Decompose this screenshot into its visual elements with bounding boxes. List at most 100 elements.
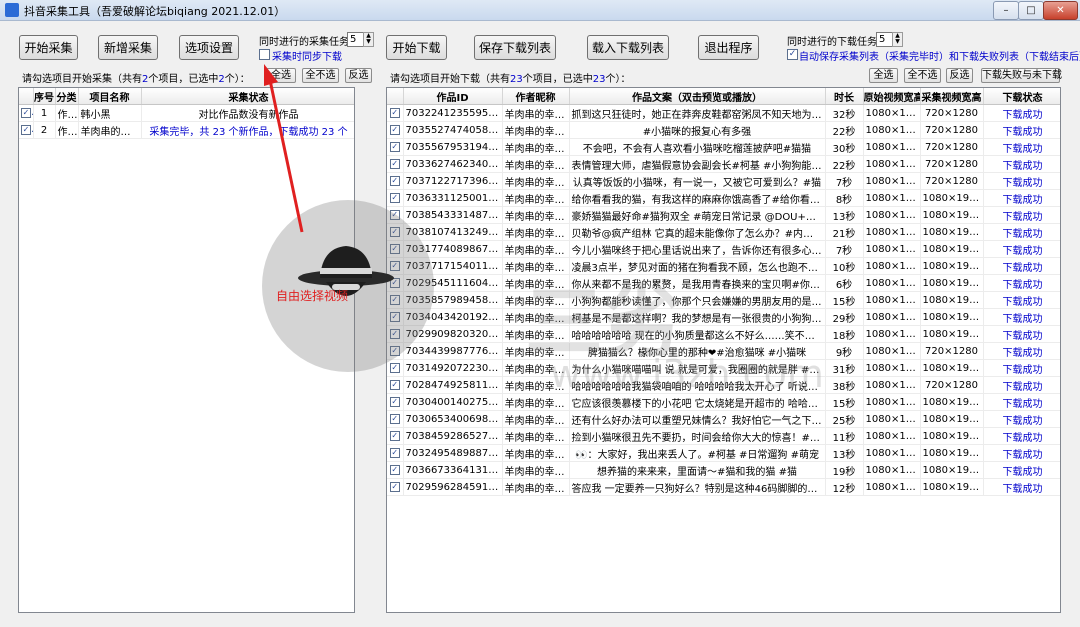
save-download-list-button[interactable]: 保存下载列表	[474, 35, 556, 60]
table-row[interactable]: ✓7035527474058398990羊肉串的幸福…#小猫咪的报复心有多强22…	[387, 121, 1060, 139]
row-caption[interactable]: 哈哈哈哈哈哈 现在的小狗质量都这么不好么……笑不活了哈哈…	[569, 325, 826, 343]
add-collect-button[interactable]: 新增采集	[98, 35, 158, 60]
row-checkbox-cell[interactable]: ✓	[387, 444, 404, 462]
row-checkbox-cell[interactable]: ✓	[387, 138, 404, 156]
download-unselect-all-button[interactable]: 全不选	[904, 68, 941, 83]
column-header-check[interactable]	[19, 88, 34, 105]
row-checkbox-cell[interactable]: ✓	[19, 121, 34, 139]
row-checkbox[interactable]: ✓	[21, 124, 31, 135]
row-checkbox-cell[interactable]: ✓	[387, 189, 404, 207]
row-checkbox-cell[interactable]: ✓	[387, 461, 404, 479]
table-row[interactable]: ✓7031774089867145951羊肉串的幸福…今儿小猫咪终于把心里话说出…	[387, 240, 1060, 258]
table-row[interactable]: ✓7033627462340857101羊肉串的幸福…表情管理大师，虐猫假意协会…	[387, 155, 1060, 173]
row-checkbox[interactable]: ✓	[389, 158, 400, 169]
table-row[interactable]: ✓7029909820320674084羊肉串的幸福…哈哈哈哈哈哈 现在的小狗质…	[387, 325, 1060, 343]
row-checkbox-cell[interactable]: ✓	[387, 155, 404, 173]
table-row[interactable]: ✓7034439987776998686羊肉串的幸福…脾猫猫么？椽你心里的那种❤…	[387, 342, 1060, 360]
row-checkbox[interactable]: ✓	[389, 328, 400, 339]
row-checkbox-cell[interactable]: ✓	[387, 240, 404, 258]
column-header-category[interactable]: 分类	[55, 88, 79, 105]
collect-task-spinner[interactable]: ▲ ▼	[363, 32, 374, 47]
row-caption[interactable]: 你从来都不是我的累赘，是我用青春换来的宝贝啊#你从来都不…	[569, 274, 826, 292]
row-checkbox-cell[interactable]: ✓	[387, 393, 404, 411]
row-checkbox[interactable]: ✓	[389, 141, 400, 152]
row-caption[interactable]: 豪娇猫猫最好命#猫狗双全 #萌宠日常记录 @DOU+小助手 @DOU…	[569, 206, 826, 224]
row-checkbox-cell[interactable]: ✓	[387, 104, 404, 122]
row-checkbox-cell[interactable]: ✓	[387, 478, 404, 496]
auto-save-checkbox[interactable]: ✓	[787, 49, 798, 60]
row-checkbox[interactable]: ✓	[389, 226, 400, 237]
row-caption[interactable]: 贝勒爷@疯产组林 它真的超未能像你了怎么办？#内容太过真实	[569, 223, 826, 241]
minimize-button[interactable]: –	[993, 1, 1019, 20]
row-checkbox[interactable]: ✓	[21, 107, 31, 118]
table-row[interactable]: ✓7036331125001800990羊肉串的幸福…给你看看我的猫，有我这样的…	[387, 189, 1060, 207]
sync-download-checkbox[interactable]	[259, 49, 270, 60]
row-caption[interactable]: 哈哈哈哈哈哈我猫袋咱咱的 哈哈哈哈我太开心了 听说吃耳…	[569, 376, 826, 394]
column-header-name[interactable]: 项目名称	[78, 88, 142, 105]
row-checkbox[interactable]: ✓	[389, 107, 400, 118]
row-caption[interactable]: 为什么小猫咪喵喵叫 说 就是可爱，我圈圈的就是胖 #创作灵感…	[569, 359, 826, 377]
table-row[interactable]: ✓7038543331487534350羊肉串的幸福…豪娇猫猫最好命#猫狗双全 …	[387, 206, 1060, 224]
options-button[interactable]: 选项设置	[179, 35, 239, 60]
row-checkbox-cell[interactable]: ✓	[387, 223, 404, 241]
column-header-status[interactable]: 采集状态	[141, 88, 354, 105]
row-checkbox-cell[interactable]: ✓	[387, 121, 404, 139]
row-checkbox[interactable]: ✓	[389, 277, 400, 288]
row-checkbox-cell[interactable]: ✓	[387, 206, 404, 224]
download-select-all-button[interactable]: 全选	[869, 68, 898, 83]
row-checkbox[interactable]: ✓	[389, 396, 400, 407]
row-caption[interactable]: 给你看看我的猫，有我这样的麻麻你饿高香了#给你看看我的猫	[569, 189, 826, 207]
row-checkbox-cell[interactable]: ✓	[387, 308, 404, 326]
start-collect-button[interactable]: 开始采集	[19, 35, 78, 60]
collect-select-all-button[interactable]: 全选	[266, 68, 296, 83]
table-row[interactable]: ✓2作者羊肉串的幸福…采集完毕，共 23 个新作品，下载成功 23 个	[19, 121, 354, 139]
download-invert-button[interactable]: 反选	[946, 68, 973, 83]
table-row[interactable]: ✓ 1 作者 韩小黑 对比作品数没有新作品	[19, 104, 354, 122]
row-caption[interactable]: 认真等饭饭的小猫咪，有一说一，又被它可爱到么？#猫	[569, 172, 826, 190]
row-caption[interactable]: 抓到这只狂徒时，她正在莽奔皮鞋都窑粥凤不知天地为何物#她…	[569, 104, 826, 122]
row-checkbox[interactable]: ✓	[389, 294, 400, 305]
row-checkbox[interactable]: ✓	[389, 311, 400, 322]
download-task-spinner[interactable]: ▲ ▼	[892, 32, 903, 47]
row-caption[interactable]: 今儿小猫咪终于把心里话说出来了，告诉你还有很多心里话呢，#…	[569, 240, 826, 258]
row-checkbox[interactable]: ✓	[389, 192, 400, 203]
row-checkbox[interactable]: ✓	[389, 260, 400, 271]
table-row[interactable]: ✓7034043420192656677羊肉串的幸福…柯基是不是都这样啊？我的梦…	[387, 308, 1060, 326]
row-checkbox-cell[interactable]: ✓	[387, 376, 404, 394]
row-checkbox[interactable]: ✓	[389, 481, 400, 492]
row-checkbox[interactable]: ✓	[389, 124, 400, 135]
collect-invert-button[interactable]: 反选	[345, 68, 372, 83]
download-failed-unfinished-button[interactable]: 下载失败与未下载	[981, 68, 1062, 83]
row-checkbox-cell[interactable]: ✓	[387, 291, 404, 309]
row-caption[interactable]: 脾猫猫么？椽你心里的那种❤#治愈猫咪 #小猫咪	[569, 342, 826, 360]
row-caption[interactable]: #小猫咪的报复心有多强	[569, 121, 826, 139]
row-caption[interactable]: 不会吧，不会有人喜欢看小猫咪吃榴莲披萨吧#猫猫	[569, 138, 826, 156]
row-checkbox[interactable]: ✓	[389, 379, 400, 390]
collect-unselect-all-button[interactable]: 全不选	[302, 68, 339, 83]
row-checkbox-cell[interactable]: ✓	[387, 410, 404, 428]
row-caption[interactable]: 想养猫的来来来，里面请～#猫和我的猫 #猫	[569, 461, 826, 479]
row-checkbox-cell[interactable]: ✓	[387, 257, 404, 275]
load-download-list-button[interactable]: 载入下载列表	[587, 35, 669, 60]
row-checkbox-cell[interactable]: ✓	[387, 172, 404, 190]
table-row[interactable]: ✓7035857989458316581羊肉串的幸福…小狗狗都能秒读懂了，你那个…	[387, 291, 1060, 309]
table-row[interactable]: ✓7037717154011041038羊肉串的幸福…凌晨3点半，梦见对面的猪在…	[387, 257, 1060, 275]
row-checkbox[interactable]: ✓	[389, 209, 400, 220]
row-caption[interactable]: 凌晨3点半，梦见对面的猪在狗看我不顾，怎么也跑不掉，结果…	[569, 257, 826, 275]
row-caption[interactable]: 小狗狗都能秒读懂了，你那个只会嫌嫌的男朋友用的是2G吧 @…	[569, 291, 826, 309]
start-download-button[interactable]: 开始下载	[386, 35, 447, 60]
row-checkbox[interactable]: ✓	[389, 362, 400, 373]
row-caption[interactable]: 捡到小猫咪很丑先不要扔，时间会给你大大的惊喜！#流浪猫逆…	[569, 427, 826, 445]
row-checkbox[interactable]: ✓	[389, 430, 400, 441]
table-row[interactable]: ✓7030653400698080519羊肉串的幸福…还有什么好办法可以重塑兄妹…	[387, 410, 1060, 428]
maximize-button[interactable]: □	[1018, 1, 1044, 20]
row-checkbox-cell[interactable]: ✓	[19, 104, 34, 122]
row-caption[interactable]: 答应我 一定要养一只狗好么？特别是这种46码脚脚的狗子 不…	[569, 478, 826, 496]
column-header-id[interactable]: 作品ID	[403, 88, 503, 105]
table-row[interactable]: ✓7029545111604202783羊肉串的幸福…你从来都不是我的累赘，是我…	[387, 274, 1060, 292]
column-header-author[interactable]: 作者昵称	[502, 88, 570, 105]
row-checkbox[interactable]: ✓	[389, 464, 400, 475]
column-header-orig-size[interactable]: 原始视频宽高	[863, 88, 921, 105]
table-row[interactable]: ✓7028474925811780871羊肉串的幸福…哈哈哈哈哈哈我猫袋咱咱的 …	[387, 376, 1060, 394]
row-caption[interactable]: 还有什么好办法可以重塑兄妹情么？我好怕它一气之下把自己的…	[569, 410, 826, 428]
